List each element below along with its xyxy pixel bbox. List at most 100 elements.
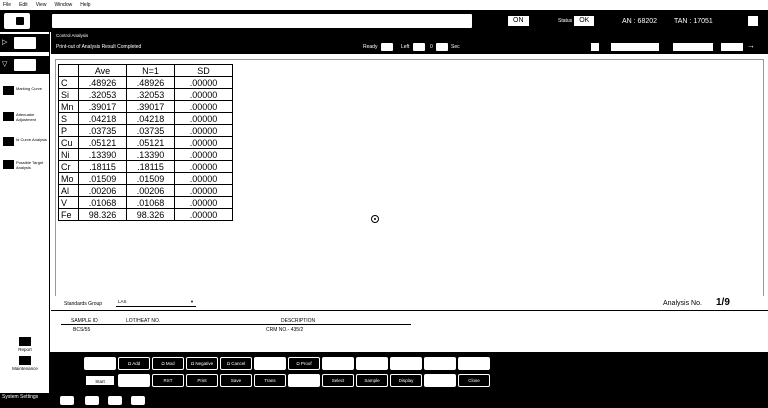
key-save[interactable]: Save <box>220 374 252 387</box>
system-settings-label[interactable]: System Settings <box>2 394 38 400</box>
sidebar-item-target-analysis[interactable]: Possible Target Analysis <box>3 160 49 170</box>
sidebar-item-attenuator[interactable]: Attenuator Adjustment <box>3 112 49 122</box>
sec-label: Sec <box>451 44 460 50</box>
nav-toolbar[interactable] <box>721 43 743 51</box>
top-right-box <box>748 15 758 27</box>
ready-label: Ready <box>363 44 378 50</box>
sd-cell: .00000 <box>174 208 233 221</box>
menu-window[interactable]: Window <box>54 2 72 8</box>
key-blank-1[interactable] <box>84 357 116 370</box>
sd-cell: .00000 <box>174 136 233 149</box>
attenuator-icon <box>3 112 14 121</box>
sidebar-maintenance[interactable]: Maintenance <box>2 356 48 371</box>
n1-cell: .48926 <box>126 76 175 89</box>
ave-cell: 98.326 <box>78 208 127 221</box>
menu-edit[interactable]: Edit <box>19 2 28 8</box>
table-row: S .04218.04218.00000 <box>58 112 233 125</box>
function-keypad: Ω Add Ω Mod Ω Negative Ω Cancel Ω Proof … <box>50 352 768 393</box>
menu-bar: File Edit View Window Help <box>0 0 768 10</box>
key-select[interactable]: Select <box>322 374 354 387</box>
table-row: Mn .39017.39017.00000 <box>58 100 233 113</box>
n1-cell: .01068 <box>126 196 175 209</box>
table-row: Mo .01509.01509.00000 <box>58 172 233 185</box>
element-cell: Cu <box>58 136 79 149</box>
menu-help[interactable]: Help <box>80 2 90 8</box>
key-blank-6[interactable] <box>424 357 456 370</box>
ave-cell: .03735 <box>78 124 127 137</box>
view-toolbar[interactable] <box>611 43 659 51</box>
key-blank-9[interactable] <box>288 374 320 387</box>
sidebar-tab-1[interactable]: ▷ <box>0 34 50 52</box>
sample-id-value: BCS/55 <box>73 327 91 333</box>
key-rst[interactable]: RST <box>152 374 184 387</box>
graph-toolbar[interactable] <box>673 43 713 51</box>
table-row: P .03735.03735.00000 <box>58 124 233 137</box>
description-value: CRM NO.- 435/2 <box>266 327 304 333</box>
element-cell: Si <box>58 88 79 101</box>
key-negative[interactable]: Ω Negative <box>186 357 218 370</box>
table-header-sd: SD <box>174 64 233 77</box>
status-message: Print-out of Analysis Result Completed <box>56 44 142 50</box>
sd-cell: .00000 <box>174 124 233 137</box>
sidebar-report[interactable]: Report <box>2 337 48 352</box>
key-mod[interactable]: Ω Mod <box>152 357 184 370</box>
standards-group-select[interactable]: LAS ▼ <box>116 299 196 307</box>
sidebar-item-id-curve[interactable]: Id Curve Analysis <box>3 137 49 146</box>
n1-cell: .00206 <box>126 184 175 197</box>
sidebar-tab-2[interactable]: ▽ <box>0 56 50 74</box>
mouse-cursor-icon <box>371 215 379 223</box>
table-row: Si .32053.32053.00000 <box>58 88 233 101</box>
key-sample[interactable]: Sample <box>356 374 388 387</box>
key-proof[interactable]: Ω Proof <box>288 357 320 370</box>
expand-arrow-icon: ▷ <box>2 39 8 46</box>
sidebar-item-marking-curve[interactable]: Marking Curve <box>3 86 49 95</box>
key-blank-2[interactable] <box>254 357 286 370</box>
info-panel: Standards Group LAS ▼ Analysis No. 1/9 S… <box>51 296 768 352</box>
key-trans[interactable]: Trans <box>254 374 286 387</box>
key-blank-7[interactable] <box>458 357 490 370</box>
menu-view[interactable]: View <box>36 2 47 8</box>
key-blank-4[interactable] <box>356 357 388 370</box>
taskbar-app-1-icon[interactable] <box>85 396 99 405</box>
n1-cell: 98.326 <box>126 208 175 221</box>
key-display[interactable]: Display <box>390 374 422 387</box>
start-button-icon[interactable] <box>60 396 74 405</box>
sd-cell: .00000 <box>174 160 233 173</box>
key-cancel[interactable]: Ω Cancel <box>220 357 252 370</box>
key-blank-5[interactable] <box>390 357 422 370</box>
sd-cell: .00000 <box>174 148 233 161</box>
element-cell: S <box>58 112 79 125</box>
table-row: Fe 98.326 98.326.00000 <box>58 208 233 221</box>
element-cell: V <box>58 196 79 209</box>
collapse-arrow-icon: ▽ <box>2 61 8 68</box>
next-arrow-icon[interactable]: → <box>747 41 755 50</box>
key-close[interactable]: Close <box>458 374 490 387</box>
key-blank-3[interactable] <box>322 357 354 370</box>
ave-cell: .13390 <box>78 148 127 161</box>
key-blank-10[interactable] <box>424 374 456 387</box>
print-icon[interactable] <box>591 43 599 51</box>
table-row: V .01068.01068.00000 <box>58 196 233 209</box>
standards-group-label: Standards Group <box>64 301 103 307</box>
on-indicator: ON <box>508 15 529 27</box>
sd-cell: .00000 <box>174 184 233 197</box>
taskbar-app-3-icon[interactable] <box>131 396 145 405</box>
left-value: 0 <box>430 44 433 50</box>
status-indicator: Status OK <box>558 15 595 27</box>
results-panel: Ave N=1 SD C .48926.48926.00000 Si .32053.3… <box>55 59 764 321</box>
key-add[interactable]: Ω Add <box>118 357 150 370</box>
menu-file[interactable]: File <box>3 2 11 8</box>
element-cell: Mn <box>58 100 79 113</box>
report-icon <box>19 337 31 346</box>
key-start[interactable]: Start <box>84 374 116 387</box>
n1-cell: .18115 <box>126 160 175 173</box>
taskbar-app-2-icon[interactable] <box>108 396 122 405</box>
results-table: Ave N=1 SD C .48926.48926.00000 Si .32053.3… <box>58 64 233 221</box>
n1-cell: .03735 <box>126 124 175 137</box>
element-cell: Fe <box>58 208 79 221</box>
key-print[interactable]: Print <box>186 374 218 387</box>
n1-cell: .32053 <box>126 88 175 101</box>
tan-readout: TAN : 17051 <box>674 17 713 25</box>
table-row: Cr .18115.18115.00000 <box>58 160 233 173</box>
key-blank-8[interactable] <box>118 374 150 387</box>
